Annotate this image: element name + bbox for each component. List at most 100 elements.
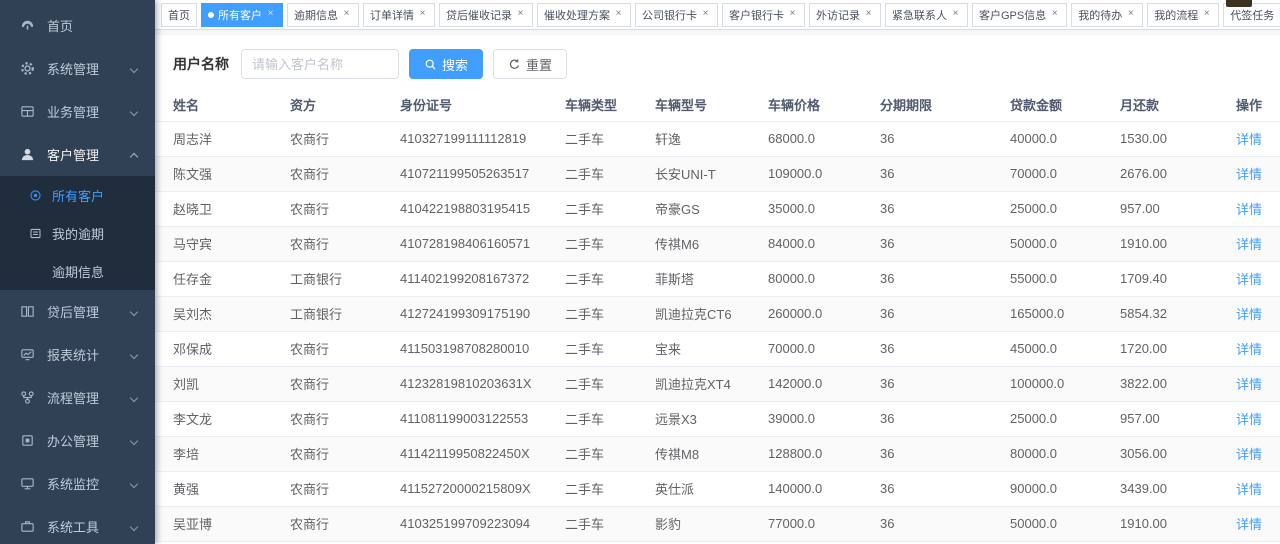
- tab-company-bankcard[interactable]: 公司银行卡×: [635, 3, 718, 27]
- col-monthly: 月还款: [1120, 88, 1235, 121]
- search-icon: [424, 58, 437, 71]
- sidebar-item-process-mgmt[interactable]: 流程管理: [0, 376, 155, 419]
- tab-collection-plan[interactable]: 催收处理方案×: [537, 3, 631, 27]
- cell-price: 140000.0: [768, 471, 880, 506]
- cell-id: 41142119950822450X: [400, 436, 565, 471]
- sidebar-item-business-mgmt[interactable]: 业务管理: [0, 90, 155, 133]
- close-tab-icon[interactable]: ×: [417, 9, 428, 20]
- sidebar-item-my-overdue[interactable]: 我的逾期: [0, 214, 155, 252]
- tab-my-process[interactable]: 我的流程×: [1147, 3, 1219, 27]
- cell-funder: 农商行: [290, 506, 400, 541]
- cell-type: 二手车: [565, 226, 655, 261]
- gear-icon: [20, 61, 38, 76]
- tab-all-customers[interactable]: 所有客户×: [201, 3, 283, 27]
- cell-name: 陈文强: [155, 156, 290, 191]
- cell-id: 410728198406160571: [400, 226, 565, 261]
- close-tab-icon[interactable]: ×: [787, 9, 798, 20]
- cell-loan: 90000.0: [1010, 471, 1120, 506]
- sidebar-item-customer-mgmt[interactable]: 客户管理: [0, 133, 155, 176]
- cell-id: 41152720000215809X: [400, 471, 565, 506]
- cell-term: 36: [880, 366, 1010, 401]
- tab-overdue-info[interactable]: 逾期信息×: [287, 3, 359, 27]
- cell-model: 影豹: [655, 506, 768, 541]
- tab-my-todo[interactable]: 我的待办×: [1071, 3, 1143, 27]
- table-row: 刘凯 农商行 41232819810203631X 二手车 凯迪拉克XT4 14…: [155, 366, 1280, 401]
- close-tab-icon[interactable]: ×: [950, 9, 961, 20]
- cell-loan: 100000.0: [1010, 366, 1120, 401]
- cell-price: 260000.0: [768, 296, 880, 331]
- table-row: 邓保成 农商行 411503198708280010 二手车 宝来 70000.…: [155, 331, 1280, 366]
- cell-price: 128800.0: [768, 436, 880, 471]
- close-tab-icon[interactable]: ×: [700, 9, 711, 20]
- tab-customer-gps[interactable]: 客户GPS信息×: [972, 3, 1067, 27]
- sidebar-item-system-tools[interactable]: 系统工具: [0, 505, 155, 544]
- detail-link[interactable]: 详情: [1236, 167, 1262, 182]
- search-input[interactable]: [241, 49, 399, 79]
- cell-monthly: 3822.00: [1120, 366, 1235, 401]
- tab-visit-record[interactable]: 外访记录×: [809, 3, 881, 27]
- cell-monthly: 2676.00: [1120, 156, 1235, 191]
- detail-link[interactable]: 详情: [1236, 307, 1262, 322]
- tab-collection-record[interactable]: 贷后催收记录×: [439, 3, 533, 27]
- detail-link[interactable]: 详情: [1236, 482, 1262, 497]
- sidebar-item-label: 贷后管理: [47, 302, 99, 321]
- tab-emergency-contact[interactable]: 紧急联系人×: [885, 3, 968, 27]
- tabs-view: 首页 所有客户× 逾期信息× 订单详情× 贷后催收记录× 催收处理方案× 公司银…: [155, 0, 1280, 30]
- cell-id: 411081199003122553: [400, 401, 565, 436]
- reset-button[interactable]: 重置: [493, 49, 567, 79]
- chevron-down-icon: [130, 350, 138, 358]
- cell-term: 36: [880, 156, 1010, 191]
- close-tab-icon[interactable]: ×: [1201, 9, 1212, 20]
- cell-funder: 农商行: [290, 156, 400, 191]
- detail-link[interactable]: 详情: [1236, 517, 1262, 532]
- detail-link[interactable]: 详情: [1236, 412, 1262, 427]
- sidebar-item-postloan-mgmt[interactable]: 贷后管理: [0, 290, 155, 333]
- close-tab-icon[interactable]: ×: [341, 9, 352, 20]
- sidebar-item-overdue-info[interactable]: 逾期信息: [0, 252, 155, 290]
- col-loan-amount: 贷款金额: [1010, 88, 1120, 121]
- close-tab-icon[interactable]: ×: [863, 9, 874, 20]
- sidebar-item-system-monitor[interactable]: 系统监控: [0, 462, 155, 505]
- cell-type: 二手车: [565, 121, 655, 156]
- sidebar: 首页 系统管理 业务管理 客户管理: [0, 0, 155, 544]
- table-row: 吴亚博 农商行 410325199709223094 二手车 影豹 77000.…: [155, 506, 1280, 541]
- sidebar-item-report-stats[interactable]: 报表统计: [0, 333, 155, 376]
- cell-monthly: 1910.00: [1120, 226, 1235, 261]
- cell-type: 二手车: [565, 191, 655, 226]
- cell-type: 二手车: [565, 506, 655, 541]
- cell-monthly: 1709.40: [1120, 261, 1235, 296]
- cell-price: 35000.0: [768, 191, 880, 226]
- detail-link[interactable]: 详情: [1236, 342, 1262, 357]
- close-tab-icon[interactable]: ×: [515, 9, 526, 20]
- sidebar-item-home[interactable]: 首页: [0, 4, 155, 47]
- detail-link[interactable]: 详情: [1236, 377, 1262, 392]
- detail-link[interactable]: 详情: [1236, 202, 1262, 217]
- detail-link[interactable]: 详情: [1236, 132, 1262, 147]
- sidebar-item-label: 系统管理: [47, 59, 99, 78]
- cell-id: 410327199111112819: [400, 121, 565, 156]
- tab-home[interactable]: 首页: [161, 3, 197, 27]
- detail-link[interactable]: 详情: [1236, 272, 1262, 287]
- close-tab-icon[interactable]: ×: [1049, 9, 1060, 20]
- cell-name: 李文龙: [155, 401, 290, 436]
- detail-link[interactable]: 详情: [1236, 447, 1262, 462]
- avatar[interactable]: [1226, 0, 1252, 7]
- user-icon: [20, 147, 38, 162]
- cell-name: 吴亚博: [155, 506, 290, 541]
- close-tab-icon[interactable]: ×: [265, 9, 276, 20]
- sidebar-item-office-mgmt[interactable]: 办公管理: [0, 419, 155, 462]
- detail-link[interactable]: 详情: [1236, 237, 1262, 252]
- cell-name: 赵晓卫: [155, 191, 290, 226]
- table-row: 李培 农商行 41142119950822450X 二手车 传祺M8 12880…: [155, 436, 1280, 471]
- search-button[interactable]: 搜索: [409, 49, 483, 79]
- col-id-number: 身份证号: [400, 88, 565, 121]
- sidebar-item-all-customers[interactable]: 所有客户: [0, 176, 155, 214]
- cell-monthly: 957.00: [1120, 401, 1235, 436]
- close-tab-icon[interactable]: ×: [1125, 9, 1136, 20]
- tab-customer-bankcard[interactable]: 客户银行卡×: [722, 3, 805, 27]
- cell-monthly: 1720.00: [1120, 331, 1235, 366]
- sidebar-item-system-mgmt[interactable]: 系统管理: [0, 47, 155, 90]
- cell-funder: 农商行: [290, 366, 400, 401]
- close-tab-icon[interactable]: ×: [613, 9, 624, 20]
- tab-order-detail[interactable]: 订单详情×: [363, 3, 435, 27]
